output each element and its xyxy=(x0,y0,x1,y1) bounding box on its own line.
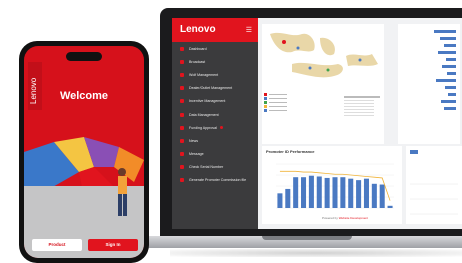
side-panel xyxy=(406,146,462,224)
sidebar-item-label: Funding Approval xyxy=(189,125,217,130)
laptop-notch xyxy=(262,236,352,240)
nav-item-icon xyxy=(180,72,184,77)
person-illustration xyxy=(118,168,127,216)
horizontal-bar-panel xyxy=(398,24,460,144)
hbar xyxy=(434,30,456,33)
chart-bar xyxy=(348,178,354,208)
sidebar-item-5[interactable]: Incentive Management xyxy=(172,95,258,108)
notification-badge xyxy=(219,126,223,130)
chart-bar xyxy=(277,193,283,208)
chart-footer: Powered by Website Development xyxy=(322,216,368,220)
nav-item-icon xyxy=(180,165,184,170)
hbar xyxy=(447,72,456,75)
map-marker xyxy=(358,58,362,62)
sidebar-item-10[interactable]: Check Serial Number xyxy=(172,161,258,174)
phone-brand-logo: Lenovo xyxy=(28,62,42,110)
sidebar-item-11[interactable]: Generate Promoter Commission file xyxy=(172,174,258,187)
chart-bar xyxy=(293,177,299,208)
hbar xyxy=(446,58,456,61)
map-legend xyxy=(264,92,287,112)
chart-bar xyxy=(363,178,369,208)
sidebar-item-3[interactable]: Wolf Management xyxy=(172,68,258,81)
hbar xyxy=(448,93,456,96)
brand-logo: Lenovo xyxy=(180,24,216,35)
nav-list: Dashboard Broadcast Wolf Management Dealer/… xyxy=(172,42,258,187)
hbar xyxy=(438,51,456,54)
side-chart xyxy=(410,183,458,215)
product-button[interactable]: Product xyxy=(32,239,82,251)
nav-item-icon xyxy=(180,112,184,117)
chart-bar xyxy=(332,177,338,208)
performance-chart xyxy=(276,163,394,209)
sidebar-item-label: News xyxy=(189,138,198,143)
sidebar-item-label: Dealer/Outlet Management xyxy=(189,86,233,91)
sidebar-item-label: Data Management xyxy=(189,112,219,117)
chart-bar xyxy=(285,188,291,208)
sidebar-item-6[interactable]: Data Management xyxy=(172,108,258,121)
footer-link[interactable]: Website Development xyxy=(339,216,368,220)
map-marker xyxy=(296,46,300,50)
sidebar-item-label: Wolf Management xyxy=(189,72,219,77)
map-marker xyxy=(308,66,312,70)
hbar xyxy=(442,65,456,68)
chart-panel: Promoter ID Performance Powered by Websi… xyxy=(262,146,402,224)
sidebar-item-label: Incentive Management xyxy=(189,99,226,104)
laptop-shadow xyxy=(170,249,462,257)
nav-item-icon xyxy=(180,99,184,104)
map-svg xyxy=(262,24,384,144)
signin-button[interactable]: Sign In xyxy=(88,239,138,251)
sidebar-item-1[interactable]: Dashboard xyxy=(172,42,258,55)
hbar xyxy=(436,79,456,82)
hbar xyxy=(444,107,456,110)
chart-bar xyxy=(371,183,377,208)
map-marker xyxy=(282,40,286,44)
sidebar-item-label: Message xyxy=(189,152,204,157)
sidebar-item-label: Check Serial Number xyxy=(189,165,224,170)
sidebar-item-7[interactable]: Funding Approval xyxy=(172,121,258,134)
hbar xyxy=(441,100,456,103)
nav-item-icon xyxy=(180,152,184,157)
chart-bar xyxy=(356,180,362,208)
footer-prefix: Powered by xyxy=(322,216,338,220)
chart-bar xyxy=(308,175,314,208)
phone-camera xyxy=(66,52,102,61)
hbar xyxy=(440,37,456,40)
chart-bar xyxy=(316,176,322,208)
sidebar-item-9[interactable]: Message xyxy=(172,148,258,161)
dashboard-content: Promoter ID Performance Powered by Websi… xyxy=(258,18,462,229)
nav-item-icon xyxy=(180,46,184,51)
nav-item-icon xyxy=(180,86,184,91)
chart-bar xyxy=(301,177,307,208)
sidebar-item-4[interactable]: Dealer/Outlet Management xyxy=(172,82,258,95)
welcome-heading: Welcome xyxy=(59,90,109,102)
hbar xyxy=(444,44,456,47)
hamburger-icon[interactable]: ☰ xyxy=(246,26,252,34)
map-marker xyxy=(326,68,330,72)
sidebar-item-label: Broadcast xyxy=(189,59,206,64)
sidebar-item-2[interactable]: Broadcast xyxy=(172,55,258,68)
nav-item-icon xyxy=(180,178,184,183)
stats-table xyxy=(344,96,380,118)
chart-bar xyxy=(379,184,385,208)
sidebar-item-label: Generate Promoter Commission file xyxy=(189,178,247,183)
nav-item-icon xyxy=(180,125,184,130)
phone-screen: Lenovo Welcome xyxy=(24,46,144,258)
chart-bar xyxy=(324,177,330,208)
map-panel xyxy=(262,24,384,144)
sidebar-header: Lenovo ☰ xyxy=(172,18,258,42)
sidebar-item-8[interactable]: News xyxy=(172,134,258,147)
laptop-screen: Lenovo ☰ Dashboard Broadcast Wolf Manageme… xyxy=(172,18,462,229)
sidebar-item-label: Dashboard xyxy=(189,46,207,51)
chart-bar xyxy=(340,177,346,208)
nav-item-icon xyxy=(180,59,184,64)
sidebar: Lenovo ☰ Dashboard Broadcast Wolf Manageme… xyxy=(172,18,258,229)
chart-bar xyxy=(387,205,393,208)
nav-item-icon xyxy=(180,138,184,143)
hbar xyxy=(445,86,456,89)
